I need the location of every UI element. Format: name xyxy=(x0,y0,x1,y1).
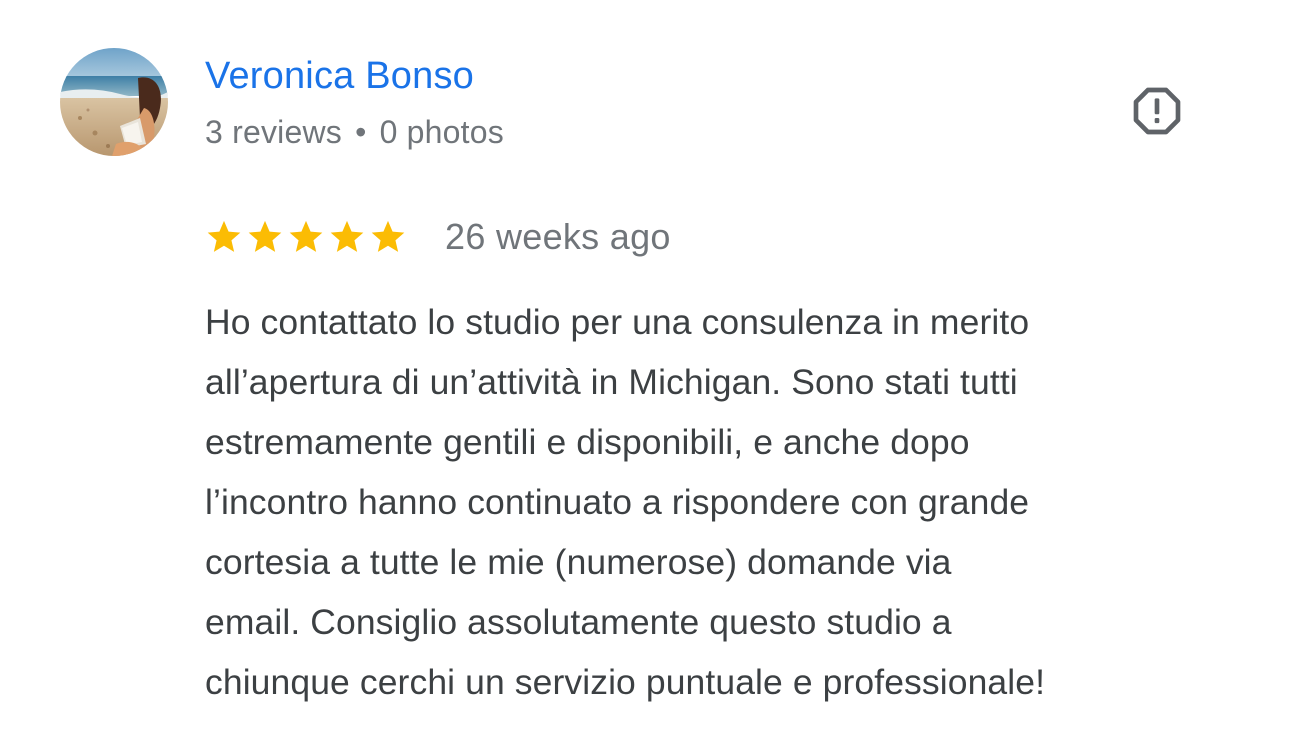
reviewer-name-link[interactable]: Veronica Bonso xyxy=(205,52,474,100)
review-text-line: cortesia a tutte le mie (numerose) doman… xyxy=(205,542,952,582)
review-text-line: Ho contattato lo studio per una consulen… xyxy=(205,302,1030,342)
reviewer-avatar[interactable] xyxy=(60,48,168,156)
reviews-count: 3 reviews xyxy=(205,114,342,150)
review-date: 26 weeks ago xyxy=(445,216,671,257)
star-icon xyxy=(207,220,241,252)
star-rating xyxy=(205,218,410,256)
review-text-line: l’incontro hanno continuato a rispondere… xyxy=(205,482,1030,522)
star-icon xyxy=(248,220,282,252)
review-text: Ho contattato lo studio per una consulen… xyxy=(205,292,1255,712)
rating-row: 26 weeks ago xyxy=(205,212,671,262)
report-review-button[interactable] xyxy=(1124,78,1190,144)
avatar-photo xyxy=(60,48,168,156)
review-text-line: chiunque cerchi un servizio puntuale e p… xyxy=(205,662,1046,702)
star-icon xyxy=(371,220,405,252)
photos-count: 0 photos xyxy=(379,114,504,150)
star-icon xyxy=(330,220,364,252)
review-text-line: estremamente gentili e disponibili, e an… xyxy=(205,422,970,462)
meta-separator: • xyxy=(355,114,367,150)
star-icon xyxy=(289,220,323,252)
review-card: Veronica Bonso 3 reviews • 0 photos 26 w… xyxy=(0,0,1290,746)
review-text-line: all’apertura di un’attività in Michigan.… xyxy=(205,362,1018,402)
reviewer-stats: 3 reviews • 0 photos xyxy=(205,112,504,152)
review-text-line: email. Consiglio assolutamente questo st… xyxy=(205,602,952,642)
report-flag-icon xyxy=(1133,87,1181,135)
